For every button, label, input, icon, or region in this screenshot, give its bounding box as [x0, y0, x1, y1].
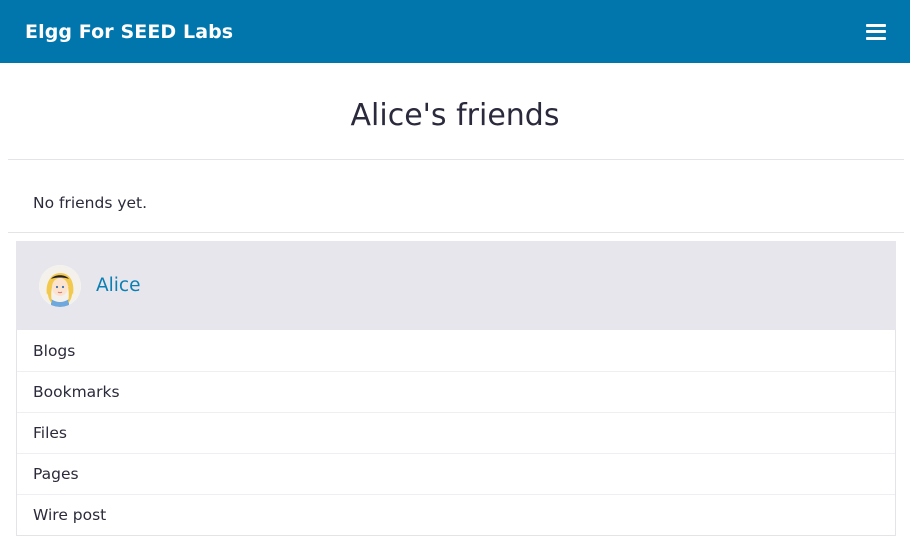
alice-avatar[interactable]: [39, 264, 81, 307]
top-bar: Elgg For SEED Labs: [0, 0, 910, 63]
content-divider: [8, 232, 904, 233]
site-title-link[interactable]: Elgg For SEED Labs: [25, 21, 233, 43]
title-divider: [8, 159, 904, 160]
menu-item-files[interactable]: Files: [17, 412, 895, 453]
owner-name-link[interactable]: Alice: [96, 275, 141, 296]
menu-item-pages[interactable]: Pages: [17, 453, 895, 494]
owner-menu: Blogs Bookmarks Files Pages Wire post: [16, 330, 896, 536]
page-title: Alice's friends: [350, 98, 560, 133]
hamburger-menu-icon[interactable]: [866, 23, 886, 40]
menu-item-wire-post[interactable]: Wire post: [17, 494, 895, 535]
empty-friends-message: No friends yet.: [33, 194, 148, 212]
owner-block: Alice: [16, 241, 896, 330]
menu-item-blogs[interactable]: Blogs: [17, 330, 895, 371]
menu-item-bookmarks[interactable]: Bookmarks: [17, 371, 895, 412]
